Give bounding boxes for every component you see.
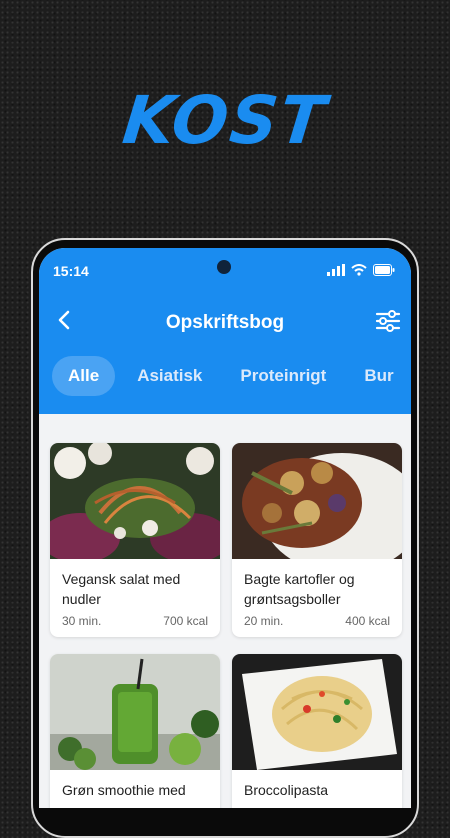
recipe-image-pasta xyxy=(232,654,402,770)
recipe-image-potatoes xyxy=(232,443,402,573)
recipe-name: Grøn smoothie med xyxy=(62,782,186,798)
filter-sliders-icon[interactable] xyxy=(375,308,401,334)
recipe-card[interactable]: Vegansk salat med nudler 30 min. 700 kca… xyxy=(50,443,220,637)
recipe-name: Broccolipasta xyxy=(244,782,329,798)
app-screen: 15:14 Opskriftsbog Alle Asiatisk Protein… xyxy=(39,248,411,808)
tab-alle[interactable]: Alle xyxy=(52,356,116,396)
tab-asiatisk[interactable]: Asiatisk xyxy=(121,356,218,396)
recipe-card[interactable]: Grøn smoothie med xyxy=(50,654,220,808)
recipe-kcal: 400 kcal xyxy=(345,614,390,628)
category-tabs: Alle Asiatisk Proteinrigt Bur xyxy=(52,356,410,396)
status-time: 15:14 xyxy=(53,263,89,279)
brand-logo: KOST xyxy=(119,82,331,159)
recipe-image-salad xyxy=(50,443,220,563)
recipe-card[interactable]: Broccolipasta xyxy=(232,654,402,808)
app-header: 15:14 Opskriftsbog Alle Asiatisk Protein… xyxy=(39,248,411,414)
recipe-card[interactable]: Bagte kartofler og grøntsagsboller 20 mi… xyxy=(232,443,402,637)
recipe-time: 30 min. xyxy=(62,614,102,628)
recipe-name: Bagte kartofler og grøntsagsboller xyxy=(244,571,355,607)
recipe-name: Vegansk salat med nudler xyxy=(62,571,181,607)
tab-burger[interactable]: Bur xyxy=(348,356,409,396)
recipe-time: 20 min. xyxy=(244,614,284,628)
recipe-image-smoothie xyxy=(50,654,220,770)
page-title: Opskriftsbog xyxy=(165,312,285,333)
front-camera xyxy=(217,260,231,274)
recipe-kcal: 700 kcal xyxy=(163,614,208,628)
tab-proteinrigt[interactable]: Proteinrigt xyxy=(224,356,342,396)
signal-icon xyxy=(327,264,345,276)
battery-icon xyxy=(373,264,395,276)
wifi-icon xyxy=(351,264,367,276)
